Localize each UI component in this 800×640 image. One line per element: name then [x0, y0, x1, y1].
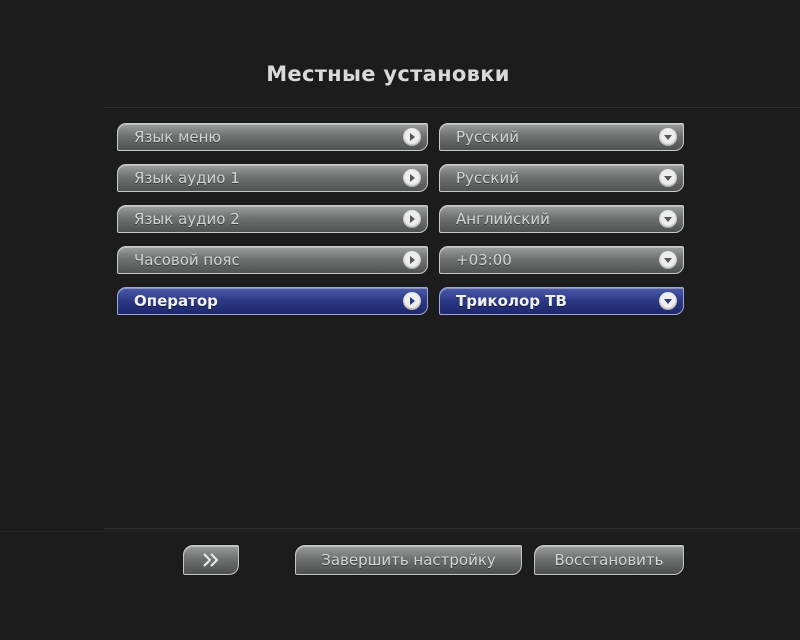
time-zone-item[interactable]: Часовой пояс [117, 246, 428, 274]
audio-language-1-select[interactable]: Русский [439, 164, 684, 192]
audio-language-1-label: Язык аудио 1 [134, 169, 240, 187]
arrow-right-icon [403, 292, 421, 310]
audio-language-2-item[interactable]: Язык аудио 2 [117, 205, 428, 233]
chevron-down-icon [659, 292, 677, 310]
menu-language-select[interactable]: Русский [439, 123, 684, 151]
restore-button[interactable]: Восстановить [534, 545, 684, 575]
chevron-down-icon [659, 169, 677, 187]
finish-setup-button[interactable]: Завершить настройку [295, 545, 522, 575]
operator-item[interactable]: Оператор [117, 287, 428, 315]
operator-select[interactable]: Триколор ТВ [439, 287, 684, 315]
time-zone-select[interactable]: +03:00 [439, 246, 684, 274]
settings-screen: Местные установки Язык меню Русский Язык… [0, 0, 800, 640]
audio-language-1-value: Русский [456, 169, 519, 187]
menu-language-value: Русский [456, 128, 519, 146]
chevron-down-icon [659, 128, 677, 146]
top-divider [104, 107, 800, 108]
double-chevron-right-icon [203, 553, 219, 567]
page-title: Местные установки [266, 62, 510, 86]
bottom-divider [104, 528, 800, 529]
chevron-down-icon [659, 251, 677, 269]
arrow-right-icon [403, 169, 421, 187]
time-zone-label: Часовой пояс [134, 251, 240, 269]
arrow-right-icon [403, 251, 421, 269]
operator-value: Триколор ТВ [456, 292, 567, 310]
menu-language-item[interactable]: Язык меню [117, 123, 428, 151]
audio-language-2-select[interactable]: Английский [439, 205, 684, 233]
next-button[interactable] [183, 545, 239, 575]
arrow-right-icon [403, 210, 421, 228]
chevron-down-icon [659, 210, 677, 228]
audio-language-1-item[interactable]: Язык аудио 1 [117, 164, 428, 192]
operator-label: Оператор [134, 292, 218, 310]
footer-divider [0, 531, 800, 532]
arrow-right-icon [403, 128, 421, 146]
audio-language-2-label: Язык аудио 2 [134, 210, 240, 228]
time-zone-value: +03:00 [456, 251, 512, 269]
audio-language-2-value: Английский [456, 210, 550, 228]
menu-language-label: Язык меню [134, 128, 222, 146]
